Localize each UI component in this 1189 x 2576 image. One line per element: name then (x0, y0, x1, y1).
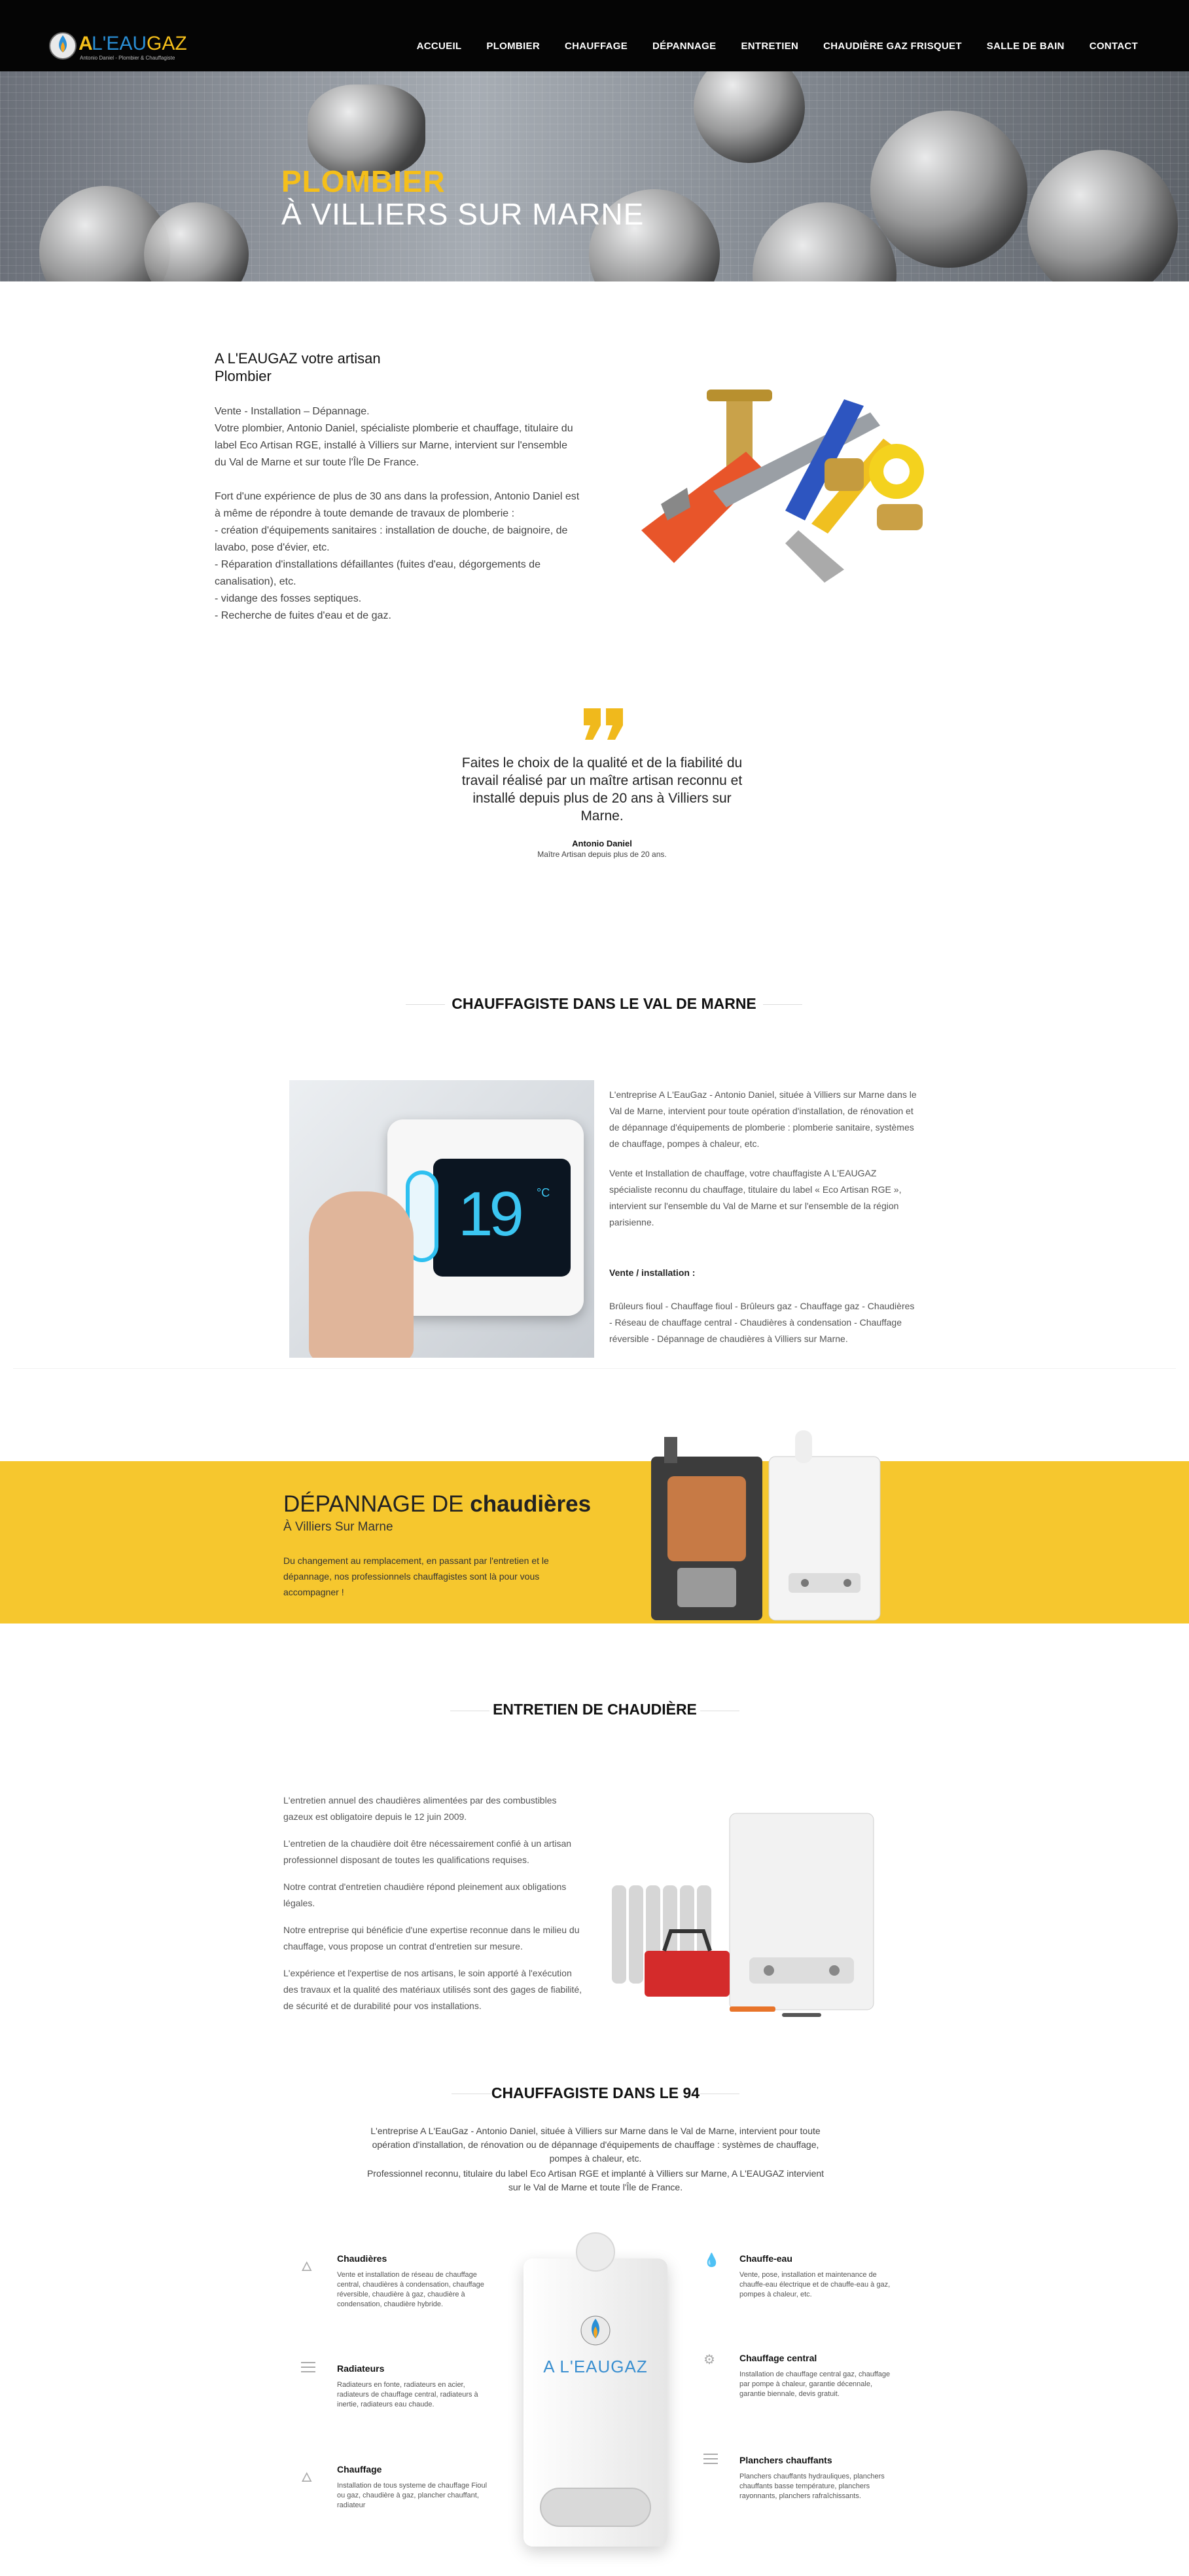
entretien-paragraph: L'entretien de la chaudière doit être né… (283, 1838, 572, 1865)
nav-depannage[interactable]: DÉPANNAGE (652, 41, 716, 52)
nav-accueil[interactable]: ACCUEIL (417, 41, 462, 52)
depannage-title-light: DÉPANNAGE DE (283, 1491, 470, 1517)
section-title-entretien: ENTRETIEN DE CHAUDIÈRE (493, 1701, 697, 1718)
entretien-paragraph: Notre entreprise qui bénéficie d'une exp… (283, 1925, 580, 1951)
boiler-maintenance-image (612, 1813, 874, 2017)
svg-text:A: A (79, 33, 93, 54)
entretien-paragraph: Notre contrat d'entretien chaudière répo… (283, 1881, 567, 1908)
chauffagiste-94-paragraph: Professionnel reconnu, titulaire du labe… (366, 2168, 825, 2192)
hand (309, 1191, 414, 1358)
nav-chaudiere-gaz-frisquet[interactable]: CHAUDIÈRE GAZ FRISQUET (823, 41, 962, 52)
chauffagiste-text: L'entreprise A L'EauGaz - Antonio Daniel… (609, 1087, 917, 1347)
svg-text:GAZ: GAZ (147, 33, 187, 54)
intro-title: A L'EAUGAZ votre artisan Plombier (215, 350, 381, 384)
main-nav: ACCUEIL PLOMBIER CHAUFFAGE DÉPANNAGE ENT… (392, 41, 1138, 52)
chauffagiste-94-paragraph: L'entreprise A L'EauGaz - Antonio Daniel… (370, 2126, 821, 2164)
site-logo[interactable]: A L'EAU GAZ Antonio Daniel - Plombier & … (48, 26, 199, 65)
quote-text: Faites le choix de la qualité et de la f… (461, 755, 743, 824)
intro-paragraph: Votre plombier, Antonio Daniel, spéciali… (215, 423, 573, 468)
svg-text:L'EAU: L'EAU (92, 33, 147, 54)
feature-desc: Vente, pose, installation et maintenance… (739, 2271, 891, 2298)
bars-icon (301, 2362, 315, 2372)
depannage-band (0, 1461, 1189, 1624)
feature-title: Chauffe-eau (739, 2253, 792, 2264)
chauffagiste-paragraph: L'entreprise A L'EauGaz - Antonio Daniel… (609, 1089, 917, 1149)
thermostat-unit: °C (537, 1186, 550, 1199)
section-title-chauffagiste-94: CHAUFFAGISTE DANS LE 94 (491, 2084, 700, 2101)
plumbing-tools-image (641, 390, 924, 583)
quote-author: Antonio Daniel (572, 839, 632, 848)
sales-text: Brûleurs fioul - Chauffage fioul - Brûle… (609, 1301, 915, 1344)
hero-title-main: PLOMBIER (281, 164, 446, 198)
intro-paragraph: - création d'équipements sanitaires : in… (215, 525, 568, 553)
intro-paragraph: - Recherche de fuites d'eau et de gaz. (215, 610, 391, 621)
intro-paragraph: Vente - Installation – Dépannage. (215, 406, 370, 417)
feature-title: Chaudières (337, 2253, 387, 2264)
feature-title: Chauffage (337, 2464, 382, 2475)
depannage-subtitle: À Villiers Sur Marne (283, 1520, 393, 1534)
entretien-text: L'entretien annuel des chaudières alimen… (283, 1792, 584, 2014)
boiler-flue (576, 2232, 615, 2272)
nav-contact[interactable]: CONTACT (1090, 41, 1138, 52)
quote-role: Maître Artisan depuis plus de 20 ans. (537, 850, 667, 859)
boiler-logo-text: A L'EAUGAZ (543, 2357, 648, 2376)
intro-paragraph: - Réparation d'installations défaillante… (215, 559, 541, 587)
entretien-paragraph: L'expérience et l'expertise de nos artis… (283, 1968, 582, 2011)
depannage-text: Du changement au remplacement, en passan… (283, 1555, 549, 1597)
intro-text: Vente - Installation – Dépannage. Votre … (215, 403, 581, 625)
feature-title: Chauffage central (739, 2353, 817, 2363)
section-title-chauffagiste: CHAUFFAGISTE DANS LE VAL DE MARNE (452, 995, 756, 1012)
feature-desc: Installation de chauffage central gaz, c… (739, 2370, 891, 2398)
feature-desc: Installation de tous systeme de chauffag… (337, 2482, 488, 2509)
nav-chauffage[interactable]: CHAUFFAGE (565, 41, 628, 52)
feature-title: Radiateurs (337, 2363, 385, 2374)
drop-icon: 💧 (703, 2253, 720, 2268)
boiler-logo-icon (580, 2315, 611, 2346)
gears-icon: ⚙ (703, 2353, 715, 2367)
thermostat-display: 19 (458, 1179, 524, 1249)
thermostat-image: 19 °C (289, 1080, 594, 1358)
nav-salle-de-bain[interactable]: SALLE DE BAIN (987, 41, 1065, 52)
feature-title: Planchers chauffants (739, 2455, 832, 2465)
chauffagiste-paragraph: Vente et Installation de chauffage, votr… (609, 1168, 902, 1227)
intro-paragraph: Fort d'une expérience de plus de 30 ans … (215, 491, 580, 519)
boiler-control-panel (540, 2488, 651, 2527)
boiler-cutaway-image (651, 1430, 881, 1621)
logo-tagline: Antonio Daniel - Plombier & Chauffagiste (80, 55, 175, 61)
nav-entretien[interactable]: ENTRETIEN (741, 41, 798, 52)
divider (13, 1368, 1176, 1369)
feature-desc: Radiateurs en fonte, radiateurs en acier… (337, 2381, 478, 2408)
feature-desc: Planchers chauffants hydrauliques, planc… (739, 2473, 885, 2500)
flame-icon: 🜂 (301, 2260, 313, 2274)
depannage-title-bold: chaudières (470, 1491, 592, 1517)
hero-banner (0, 71, 1189, 281)
depannage-title: DÉPANNAGE DE chaudières (283, 1491, 591, 1517)
bars-icon (703, 2454, 718, 2464)
boiler-image: A L'EAUGAZ (524, 2232, 667, 2547)
flame-icon: 🜂 (301, 2471, 313, 2485)
sales-label: Vente / installation : (609, 1267, 696, 1278)
entretien-paragraph: L'entretien annuel des chaudières alimen… (283, 1795, 557, 1822)
nav-plombier[interactable]: PLOMBIER (486, 41, 540, 52)
hero-title-location: À VILLIERS SUR MARNE (281, 197, 645, 231)
feature-desc: Vente et installation de réseau de chauf… (337, 2271, 484, 2308)
chauffagiste-94-text: L'entreprise A L'EauGaz - Antonio Daniel… (360, 2124, 831, 2194)
quote-icon (584, 708, 623, 740)
intro-paragraph: - vidange des fosses septiques. (215, 593, 362, 604)
